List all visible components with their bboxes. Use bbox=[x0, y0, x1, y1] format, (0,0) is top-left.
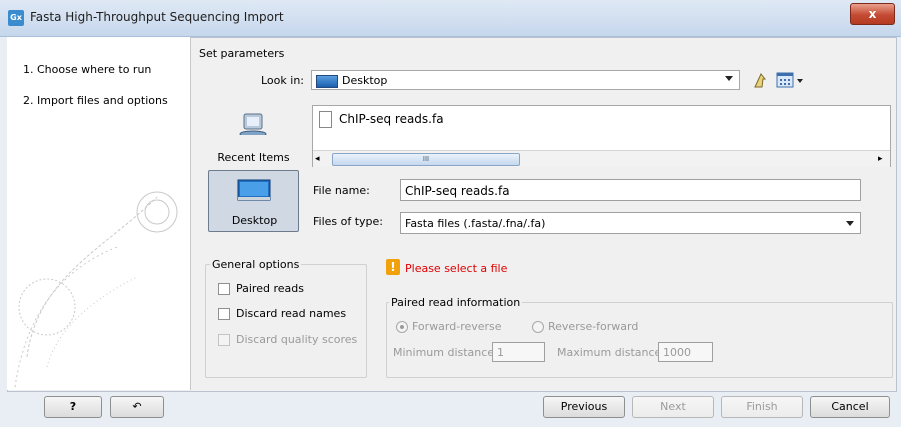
file-type-dropdown[interactable]: Fasta files (.fasta/.fna/.fa) bbox=[400, 212, 861, 234]
wizard-steps-panel: 1. Choose where to run 2. Import files a… bbox=[7, 37, 191, 390]
forward-reverse-radio[interactable] bbox=[396, 321, 408, 333]
reverse-forward-radio[interactable] bbox=[532, 321, 544, 333]
cancel-button[interactable]: Cancel bbox=[810, 396, 890, 418]
look-in-value: Desktop bbox=[342, 74, 388, 87]
file-list[interactable]: ChIP-seq reads.fa ◂ III ▸ bbox=[312, 105, 891, 167]
desktop-icon bbox=[316, 75, 338, 88]
scroll-left-icon[interactable]: ◂ bbox=[315, 154, 320, 164]
desktop-icon bbox=[237, 179, 271, 201]
discard-read-names-label: Discard read names bbox=[236, 307, 347, 320]
scroll-right-icon[interactable]: ▸ bbox=[878, 154, 883, 164]
scrollbar-thumb[interactable]: III bbox=[332, 153, 520, 166]
recent-items-button[interactable]: Recent Items bbox=[208, 106, 299, 168]
discard-read-names-checkbox[interactable] bbox=[218, 308, 230, 320]
scrollbar-grip: III bbox=[422, 155, 430, 163]
reset-button[interactable]: ↶ bbox=[110, 396, 164, 418]
look-in-label: Look in: bbox=[261, 74, 304, 87]
minimum-distance-label: Minimum distance bbox=[393, 346, 495, 359]
title-bar: Gx Fasta High-Throughput Sequencing Impo… bbox=[0, 0, 901, 37]
warning-icon: ! bbox=[386, 259, 400, 275]
minimum-distance-value: 1 bbox=[497, 346, 504, 359]
paired-reads-label: Paired reads bbox=[236, 282, 304, 295]
step-import-files-and-options[interactable]: 2. Import files and options bbox=[23, 94, 168, 107]
file-name-label: File name: bbox=[313, 184, 370, 197]
close-button[interactable]: x bbox=[850, 3, 895, 25]
help-button[interactable]: ? bbox=[44, 396, 102, 418]
maximum-distance-input[interactable]: 1000 bbox=[658, 342, 713, 362]
finish-button[interactable]: Finish bbox=[721, 396, 803, 418]
step-choose-where-to-run[interactable]: 1. Choose where to run bbox=[23, 63, 151, 76]
file-item-label: ChIP-seq reads.fa bbox=[339, 112, 444, 126]
discard-quality-scores-label: Discard quality scores bbox=[236, 333, 358, 346]
reverse-forward-label: Reverse-forward bbox=[548, 320, 639, 333]
file-type-value: Fasta files (.fasta/.fna/.fa) bbox=[405, 217, 546, 230]
paired-read-information-title: Paired read information bbox=[389, 296, 523, 309]
list-view-icon bbox=[776, 72, 803, 88]
window-title: Fasta High-Throughput Sequencing Import bbox=[30, 10, 284, 24]
file-name-value: ChIP-seq reads.fa bbox=[405, 184, 510, 198]
reset-icon: ↶ bbox=[132, 400, 142, 413]
recent-items-icon bbox=[239, 113, 267, 135]
paired-reads-checkbox[interactable] bbox=[218, 283, 230, 295]
maximum-distance-value: 1000 bbox=[663, 346, 691, 359]
discard-quality-scores-checkbox[interactable] bbox=[218, 334, 230, 346]
file-icon bbox=[319, 111, 332, 128]
up-folder-icon[interactable] bbox=[751, 70, 769, 90]
app-icon: Gx bbox=[8, 10, 24, 26]
desktop-label: Desktop bbox=[231, 214, 278, 227]
file-name-input[interactable]: ChIP-seq reads.fa bbox=[400, 179, 861, 201]
file-item[interactable]: ChIP-seq reads.fa bbox=[313, 106, 513, 132]
paired-read-information-group: Paired read information bbox=[386, 296, 893, 378]
chevron-down-icon bbox=[846, 221, 854, 226]
maximum-distance-label: Maximum distance bbox=[557, 346, 662, 359]
file-type-label: Files of type: bbox=[313, 215, 384, 228]
horizontal-scrollbar[interactable]: ◂ III ▸ bbox=[313, 150, 890, 167]
minimum-distance-input[interactable]: 1 bbox=[492, 342, 545, 362]
recent-items-label: Recent Items bbox=[217, 151, 290, 164]
desktop-nav-button[interactable]: Desktop bbox=[208, 170, 299, 232]
general-options-title: General options bbox=[210, 258, 302, 271]
chevron-down-icon bbox=[725, 76, 733, 81]
view-menu-button[interactable] bbox=[776, 71, 812, 89]
warning-message: Please select a file bbox=[405, 262, 508, 275]
decorative-spiral-icon bbox=[14, 191, 178, 388]
previous-button[interactable]: Previous bbox=[543, 396, 625, 418]
set-parameters-title: Set parameters bbox=[199, 47, 285, 60]
look-in-dropdown[interactable]: Desktop bbox=[311, 70, 740, 90]
forward-reverse-label: Forward-reverse bbox=[412, 320, 502, 333]
next-button[interactable]: Next bbox=[632, 396, 714, 418]
